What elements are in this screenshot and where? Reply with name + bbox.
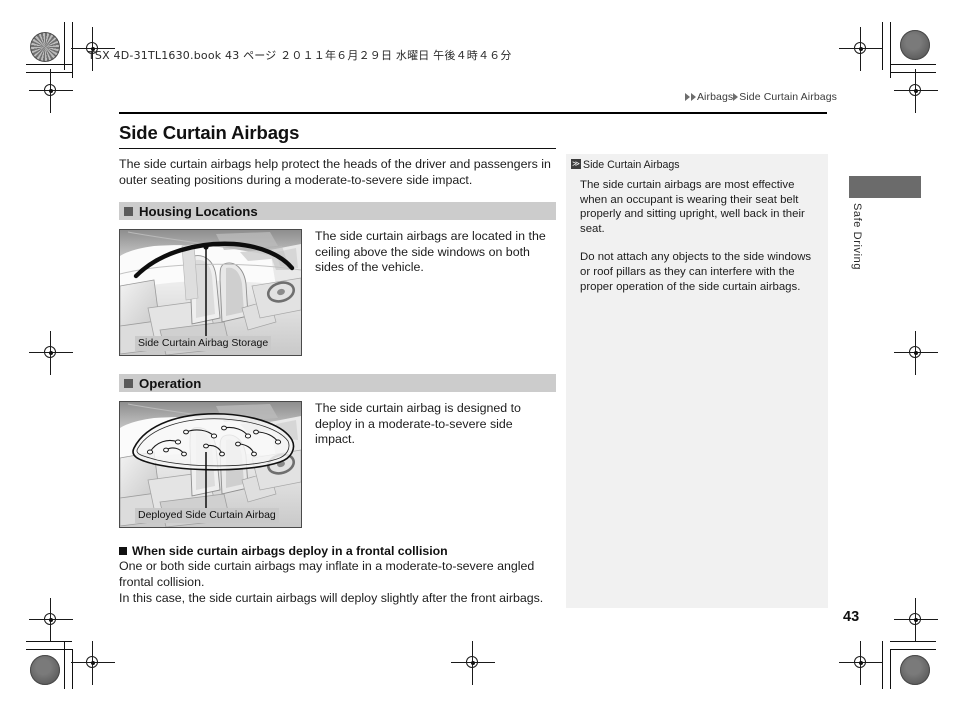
page-number: 43 [843,609,860,625]
illustration-side-curtain-airbag-storage: Side Curtain Airbag Storage [119,229,302,357]
crop-line [882,22,884,70]
crop-line [890,649,892,689]
page-title: Side Curtain Airbags [119,122,300,143]
crop-line [890,649,936,651]
note-title-row: ≫ Side Curtain Airbags [566,154,828,171]
crop-line [890,641,936,643]
halftone-dot-bottom-left [30,655,60,685]
registration-mark-bottom-center [451,641,495,685]
header-rule [119,112,827,114]
side-note-panel: ≫ Side Curtain Airbags The side curtain … [566,154,828,608]
subsection-bullet-square-icon [119,547,127,556]
breadcrumb-item-airbags[interactable]: Airbags [697,91,733,103]
registration-mark-right-lower [894,598,938,642]
subsection-paragraph-2: In this case, the side curtain airbags w… [119,591,544,606]
registration-mark-top-right [839,27,883,71]
crop-line [64,641,66,689]
registration-mark-left-lower [29,598,73,642]
section-header-operation: Operation [119,374,556,393]
main-content-column: Side Curtain Airbags The side curtain ai… [119,122,556,607]
note-title-label: Side Curtain Airbags [583,159,680,171]
subsection-heading-label: When side curtain airbags deploy in a fr… [132,544,448,559]
crop-line [890,72,936,74]
halftone-dot-bottom-right [900,655,930,685]
thumb-tab-label: Safe Driving [851,203,863,271]
operation-text: The side curtain airbag is designed to d… [315,401,521,447]
figure-caption-deployed: Deployed Side Curtain Airbag [135,508,279,524]
thumb-tab-bar [849,176,921,198]
crop-line [72,22,74,78]
section-bullet-square-icon [124,206,133,216]
book-slug-text: TSX 4D-31TL1630.book 43 ページ ２０１１年６月２９日 水… [88,49,512,62]
crop-line [26,64,72,66]
subsection-heading: When side curtain airbags deploy in a fr… [119,544,556,558]
intro-paragraph: The side curtain airbags help protect th… [119,157,551,187]
note-badge-icon: ≫ [571,159,581,169]
crop-line [72,649,74,689]
illustration-deployed-side-curtain-airbag: Deployed Side Curtain Airbag [119,401,302,529]
breadcrumb: Airbags Side Curtain Airbags [684,91,837,103]
figure-row-operation: Deployed Side Curtain Airbag The side cu… [119,401,556,529]
figure-row-housing: Side Curtain Airbag Storage The side cur… [119,229,556,357]
note-body: The side curtain airbags are most effect… [566,171,828,294]
crop-line [26,641,72,643]
crop-line [26,72,72,74]
crop-line [890,64,936,66]
crop-line [882,641,884,689]
note-paragraph-1: The side curtain airbags are most effect… [580,179,805,235]
title-underline [119,148,556,150]
registration-mark-bottom-left [71,641,115,685]
registration-mark-bottom-right [839,641,883,685]
triangle-right-icon [733,92,739,101]
section-heading-label: Operation [139,375,202,391]
crop-line [64,22,66,70]
breadcrumb-item-side-curtain-airbags[interactable]: Side Curtain Airbags [739,91,837,103]
book-slug-line: TSX 4D-31TL1630.book 43 ページ ２０１１年６月２９日 水… [88,47,512,63]
crop-line [26,649,72,651]
registration-mark-right-middle [894,331,938,375]
note-paragraph-2: Do not attach any objects to the side wi… [580,251,812,293]
registration-mark-right-upper [894,69,938,113]
section-bullet-square-icon [124,378,133,388]
section-heading-label: Housing Locations [139,203,258,219]
subsection-paragraph-1: One or both side curtain airbags may inf… [119,559,535,589]
triangle-right-icon [684,92,690,101]
triangle-right-icon [690,92,696,101]
housing-locations-text: The side curtain airbags are located in … [315,229,546,275]
registration-mark-left-upper [29,69,73,113]
crop-line [890,22,892,78]
section-header-housing-locations: Housing Locations [119,202,556,221]
registration-mark-left-middle [29,331,73,375]
halftone-dot-top-right [900,30,930,60]
halftone-dot-top-left [30,32,60,62]
figure-caption-storage: Side Curtain Airbag Storage [135,336,272,352]
